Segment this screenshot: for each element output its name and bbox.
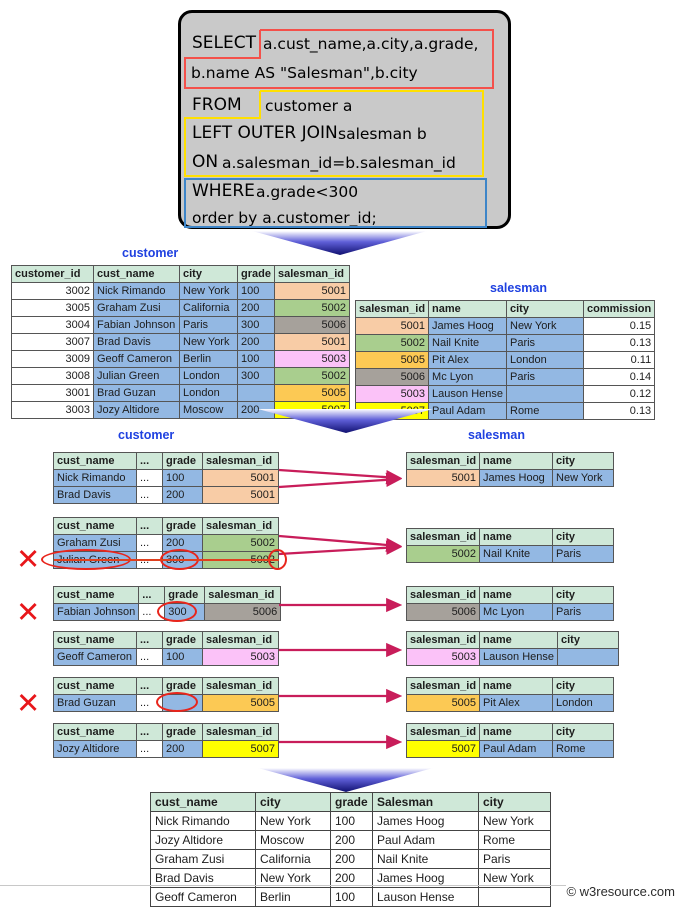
connector-5001-b xyxy=(278,472,403,489)
watermark-text: © w3resource.com xyxy=(566,884,675,899)
table-row: Jozy Altidore Moscow 200 Paul Adam Rome xyxy=(150,830,551,850)
connector-5002-b xyxy=(278,540,403,556)
diagram-root: SELECT a.cust_name,a.city,a.grade, b.nam… xyxy=(0,0,689,914)
cell-cust-name: Jozy Altidore xyxy=(150,830,256,850)
table-row: Graham Zusi California 200 Nail Knite Pa… xyxy=(150,849,551,869)
cell-cust-name: Geoff Cameron xyxy=(150,887,256,907)
cell-grade: 100 xyxy=(330,887,373,907)
flow-arrow-3 xyxy=(258,768,433,792)
cell-salesman: Nail Knite xyxy=(372,849,479,869)
exclusion-x-brad-guzan: ✕ xyxy=(16,686,41,720)
connector-5001-a xyxy=(278,468,403,485)
cell-grade: 100 xyxy=(330,811,373,831)
exclusion-x-julian-green: ✕ xyxy=(16,542,41,576)
cell-salesman-city xyxy=(478,887,551,907)
exclusion-x-fabian-johnson: ✕ xyxy=(16,595,41,629)
col-salesman: Salesman xyxy=(372,792,479,812)
cell-city: Moscow xyxy=(255,830,331,850)
col-city: city xyxy=(255,792,331,812)
cell-grade: 200 xyxy=(330,830,373,850)
cell-city: Berlin xyxy=(255,887,331,907)
connector-5002-a xyxy=(278,534,403,553)
table-header-row: cust_name city grade Salesman city xyxy=(150,792,551,812)
table-row: Geoff Cameron Berlin 100 Lauson Hense xyxy=(150,887,551,907)
cell-salesman-city: New York xyxy=(478,811,551,831)
col-salesman-city: city xyxy=(478,792,551,812)
cell-grade: 200 xyxy=(330,849,373,869)
col-grade: grade xyxy=(330,792,373,812)
cell-city: California xyxy=(255,849,331,869)
cell-salesman: Lauson Hense xyxy=(372,887,479,907)
cell-city: New York xyxy=(255,811,331,831)
table-row: Nick Rimando New York 100 James Hoog New… xyxy=(150,811,551,831)
cell-cust-name: Graham Zusi xyxy=(150,849,256,869)
col-cust-name: cust_name xyxy=(150,792,256,812)
cell-cust-name: Nick Rimando xyxy=(150,811,256,831)
result-table: cust_name city grade Salesman city Nick … xyxy=(150,792,551,907)
cell-salesman: James Hoog xyxy=(372,811,479,831)
cell-salesman-city: Rome xyxy=(478,830,551,850)
cell-salesman-city: Paris xyxy=(478,849,551,869)
cell-salesman: Paul Adam xyxy=(372,830,479,850)
